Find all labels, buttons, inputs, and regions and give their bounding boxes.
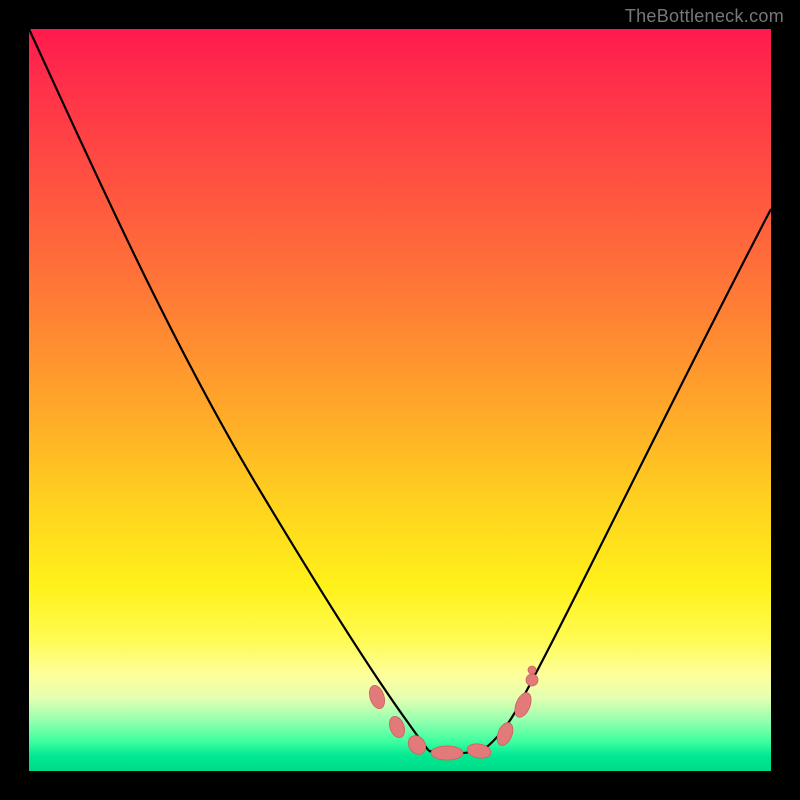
chart-area: [29, 29, 771, 771]
watermark-text: TheBottleneck.com: [625, 6, 784, 27]
background-gradient: [29, 29, 771, 771]
